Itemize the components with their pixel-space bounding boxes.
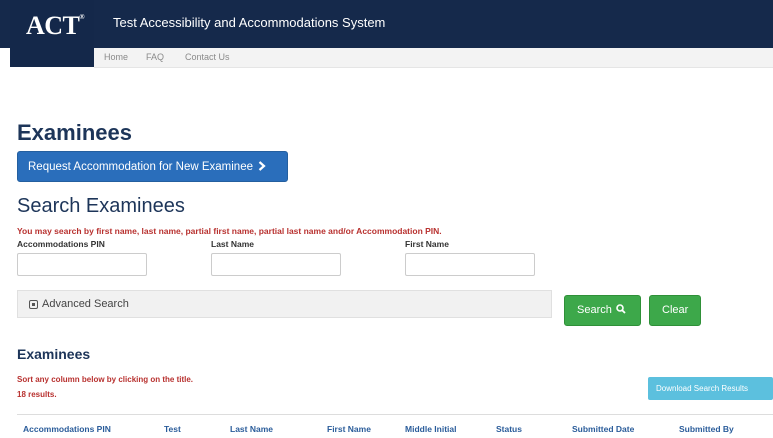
request-button-label: Request Accommodation for New Examinee bbox=[28, 161, 253, 173]
search-icon bbox=[616, 304, 626, 314]
advanced-search-toggle[interactable]: Advanced Search bbox=[17, 290, 552, 318]
download-results-button[interactable]: Download Search Results bbox=[648, 377, 773, 400]
registered-mark: ® bbox=[79, 13, 85, 21]
column-header-pin[interactable]: Accommodations PIN bbox=[23, 424, 111, 434]
pin-input[interactable] bbox=[17, 253, 147, 276]
first-name-label: First Name bbox=[405, 239, 449, 249]
search-button[interactable]: Search bbox=[564, 295, 641, 326]
advanced-search-label: Advanced Search bbox=[42, 298, 129, 310]
search-section-title: Search Examinees bbox=[17, 195, 185, 217]
column-header-middle-initial[interactable]: Middle Initial bbox=[405, 424, 456, 434]
search-help-text: You may search by first name, last name,… bbox=[17, 226, 442, 236]
page-title: Examinees bbox=[17, 120, 132, 145]
chevron-right-icon bbox=[258, 161, 266, 171]
results-title: Examinees bbox=[17, 346, 91, 362]
pin-label: Accommodations PIN bbox=[17, 239, 105, 249]
logo-text: ACT bbox=[26, 11, 80, 40]
request-accommodation-button[interactable]: Request Accommodation for New Examinee bbox=[17, 151, 288, 182]
last-name-label: Last Name bbox=[211, 239, 254, 249]
expand-icon bbox=[29, 300, 38, 309]
results-table-header: Accommodations PIN Test Last Name First … bbox=[17, 414, 773, 438]
last-name-input[interactable] bbox=[211, 253, 341, 276]
column-header-submitted-by[interactable]: Submitted By bbox=[679, 424, 734, 434]
results-count: 18 results. bbox=[17, 390, 57, 399]
system-title: Test Accessibility and Accommodations Sy… bbox=[113, 15, 386, 30]
search-button-label: Search bbox=[577, 304, 612, 316]
sort-hint-text: Sort any column below by clicking on the… bbox=[17, 375, 194, 384]
first-name-input[interactable] bbox=[405, 253, 535, 276]
nav-faq-link[interactable]: FAQ bbox=[146, 52, 164, 62]
column-header-submitted-date[interactable]: Submitted Date bbox=[572, 424, 634, 434]
clear-button[interactable]: Clear bbox=[649, 295, 701, 326]
nav-home-link[interactable]: Home bbox=[104, 52, 128, 62]
column-header-last-name[interactable]: Last Name bbox=[230, 424, 273, 434]
nav-contact-link[interactable]: Contact Us bbox=[185, 52, 230, 62]
column-header-status[interactable]: Status bbox=[496, 424, 522, 434]
top-header-bar: Test Accessibility and Accommodations Sy… bbox=[0, 0, 773, 48]
act-logo[interactable]: ACT® bbox=[10, 0, 94, 67]
column-header-first-name[interactable]: First Name bbox=[327, 424, 371, 434]
column-header-test[interactable]: Test bbox=[164, 424, 181, 434]
sub-navigation: Home FAQ Contact Us bbox=[94, 48, 773, 68]
